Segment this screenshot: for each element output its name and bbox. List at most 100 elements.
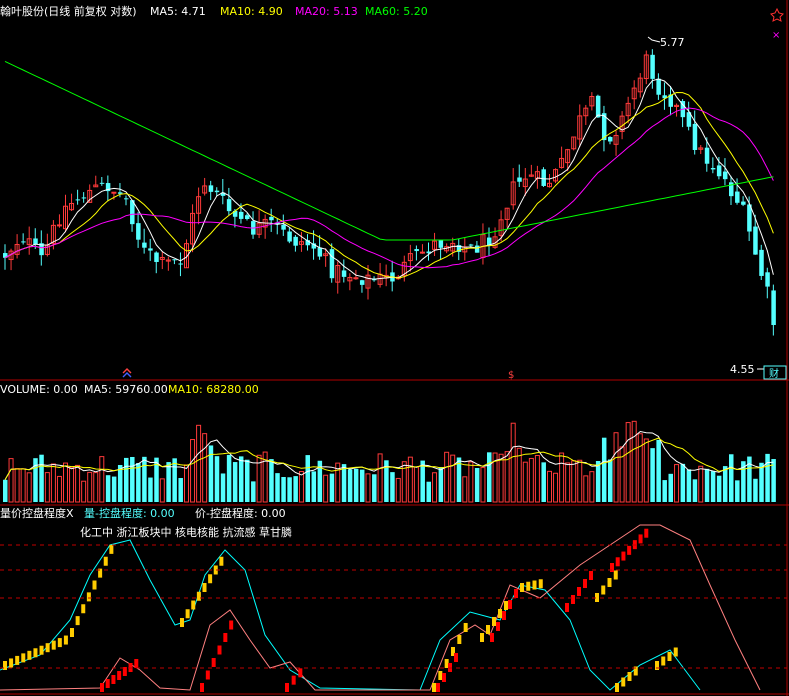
indicator-step-yellow [615, 683, 619, 692]
volume-bar [601, 437, 607, 502]
candle-body [293, 236, 298, 246]
candle-body [269, 216, 274, 221]
stock-chart[interactable]: 翰叶股份(日线 前复权 对数) MA5: 4.71 MA10: 4.90 MA2… [0, 0, 789, 696]
indicator-step-red [229, 620, 234, 630]
candle-body [753, 226, 758, 255]
indicator-label: 量价控盘程度X [0, 506, 74, 520]
volume-bar [178, 478, 183, 502]
volume-bar [172, 458, 177, 502]
volume-bar [226, 454, 232, 502]
indicator-step-red [211, 658, 216, 667]
indicator-step-red [508, 600, 512, 609]
candle-body [359, 280, 365, 285]
indicator-step-yellow [70, 628, 74, 637]
price-title: 翰叶股份(日线 前复权 对数) [0, 4, 137, 18]
indicator-step-yellow [621, 677, 626, 687]
candle-body [419, 251, 425, 254]
indicator-step-yellow [673, 647, 678, 657]
indicator-step-red [134, 659, 139, 668]
candle-body [759, 249, 764, 276]
candle-body [735, 191, 740, 203]
ma20-label: MA20: 5.13 [295, 5, 358, 18]
volume-bar [372, 474, 377, 502]
indicator-step-yellow [191, 600, 196, 610]
indicator-step-red [285, 683, 289, 692]
volume-bar [438, 467, 444, 502]
indicator-step-yellow [492, 617, 496, 626]
indicator-step-yellow [103, 556, 108, 566]
indicator-step-yellow [457, 635, 462, 644]
volume-ma10-label: MA10: 68280.00 [168, 383, 259, 396]
volume-bar [214, 456, 220, 502]
candle-body [142, 242, 147, 248]
volume-bar [704, 468, 710, 502]
indicator-step-yellow [45, 643, 50, 653]
indicator-step-red [442, 673, 446, 682]
indicator-step-yellow [526, 581, 531, 591]
indicator-step-red [514, 589, 518, 598]
volume-bar [124, 457, 129, 502]
candle-body [541, 169, 546, 186]
indicator-step-yellow [86, 592, 91, 602]
candle-body [208, 185, 214, 192]
indicator-step-yellow [81, 604, 86, 614]
candle-body [341, 270, 347, 277]
volume-bar [341, 464, 347, 502]
indicator-step-red [200, 683, 204, 692]
volume-bar [353, 468, 359, 502]
indicator-step-yellow [486, 625, 490, 634]
volume-bar [650, 448, 655, 502]
ma5-label: MA5: 4.71 [150, 5, 206, 18]
indicator-step-yellow [498, 609, 502, 618]
indicator-step-yellow [39, 645, 44, 655]
indicator-step-yellow [109, 544, 114, 554]
indicator-step-yellow [196, 591, 201, 601]
indicator-step-yellow [33, 648, 38, 658]
volume-bar [541, 462, 546, 502]
candle-body [238, 211, 244, 219]
close-mark[interactable]: × [772, 30, 780, 41]
volume-bar [3, 479, 8, 502]
candle-body [21, 241, 26, 243]
candle-body [771, 290, 776, 326]
indicator-step-yellow [655, 661, 659, 670]
candle-body [474, 245, 480, 253]
volume-bar [329, 473, 335, 502]
indicator-step-red [502, 611, 506, 620]
candle-body [124, 198, 129, 200]
volume-ma5-label: MA5: 59760.00 [84, 383, 168, 396]
indicator-step-yellow [9, 658, 14, 668]
indicator-step-red [454, 653, 458, 662]
candle-body [136, 223, 141, 240]
indicator-step-yellow [613, 570, 618, 580]
volume-bar [487, 452, 492, 502]
indicator-step-red [298, 668, 303, 678]
volume-bar [474, 467, 480, 502]
candle-body [99, 182, 105, 184]
indicator-step-yellow [463, 623, 468, 632]
indicator-step-yellow [438, 671, 443, 680]
volume-bar [251, 481, 256, 502]
indicator-step-yellow [185, 609, 190, 619]
candle-body [329, 249, 335, 279]
candle-body [287, 231, 292, 242]
indicator-step-yellow [75, 616, 80, 626]
volume-bar [390, 472, 395, 502]
sector-text: 化工中 浙江板块中 核电核能 抗流感 草甘膦 [80, 525, 292, 539]
low-label: 4.55 [730, 363, 755, 376]
candle-body [154, 252, 159, 262]
candle-body [317, 247, 323, 257]
indicator-step-yellow [538, 579, 543, 589]
indicator-price-label: 价-控盘程度: 0.00 [195, 506, 286, 520]
indicator-step-yellow [3, 661, 7, 670]
indicator-step-red [583, 579, 587, 588]
indicator-step-yellow [208, 574, 213, 584]
dollar-mark[interactable]: $ [508, 370, 514, 381]
indicator-step-red [644, 528, 649, 538]
candle-body [245, 215, 250, 219]
candle-body [608, 136, 613, 142]
volume-bar [305, 455, 310, 502]
indicator-step-red [105, 679, 110, 688]
indicator-step-red [490, 633, 494, 642]
finance-tag-text: 财 [769, 367, 779, 380]
